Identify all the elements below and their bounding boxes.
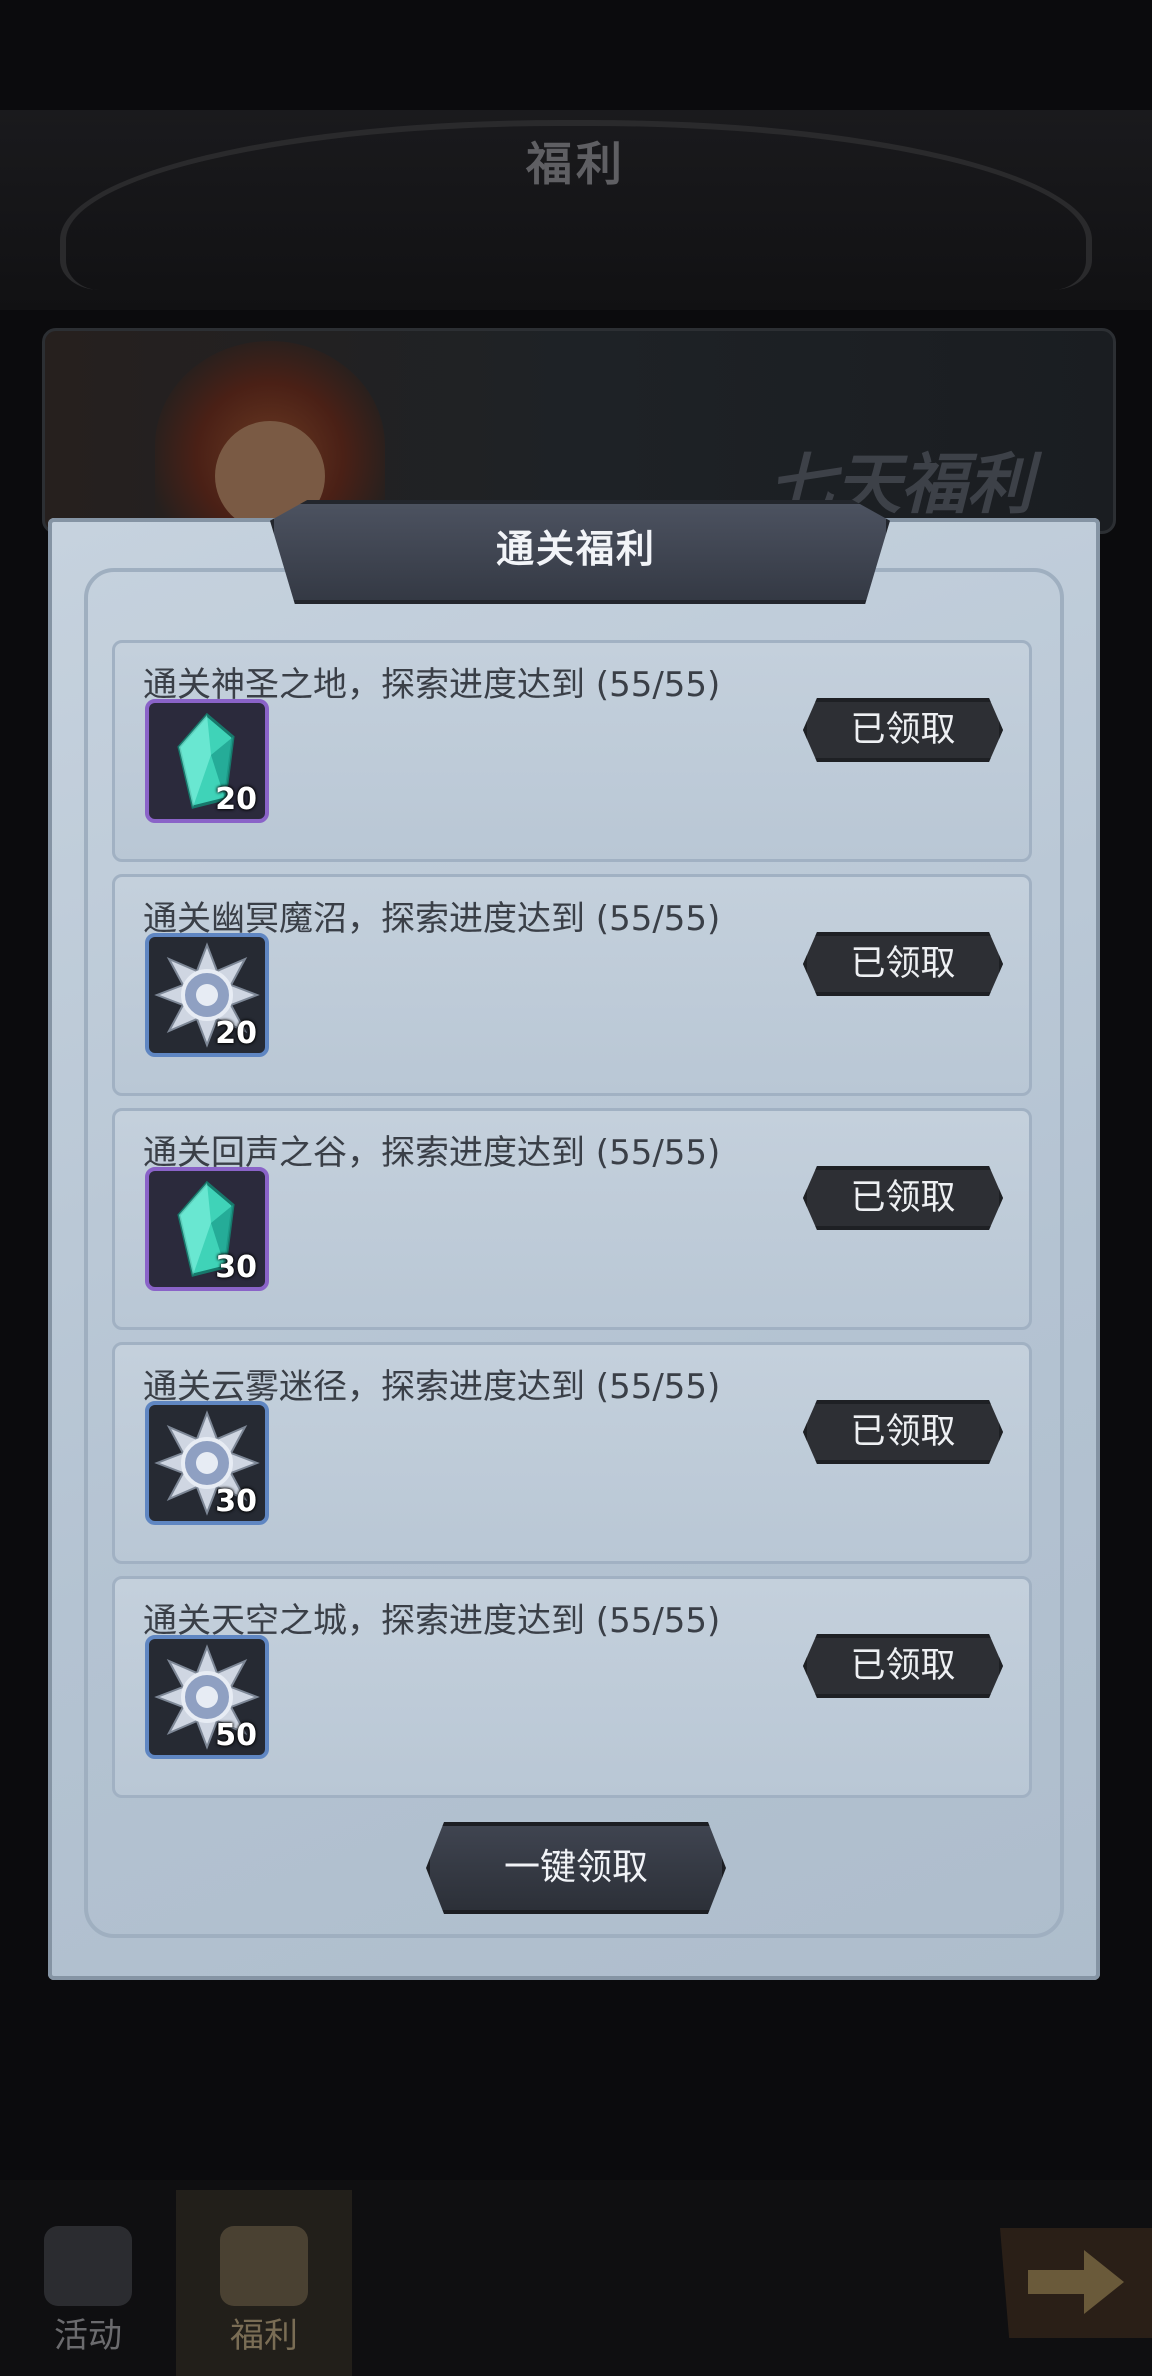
next-button[interactable] [1000,2228,1152,2338]
reward-item[interactable]: 50 [145,1635,269,1759]
panel-title: 通关福利 [495,527,656,571]
activity-icon [44,2226,132,2306]
item-count: 20 [215,1016,257,1051]
reward-item[interactable]: 30 [145,1167,269,1291]
gift-icon [220,2226,308,2306]
claim-all-button[interactable]: 一键领取 [426,1822,726,1914]
reward-item[interactable]: 30 [145,1401,269,1525]
claimed-button[interactable]: 已领取 [803,932,1003,996]
tab-label: 福利 [230,2316,298,2356]
claimed-button[interactable]: 已领取 [803,1166,1003,1230]
tab-activity[interactable]: 活动 [0,2190,176,2376]
item-count: 30 [215,1250,257,1285]
reward-row: 通关神圣之地，探索进度达到 (55/55) 20 已领取 [112,640,1032,862]
reward-row: 通关回声之谷，探索进度达到 (55/55) 30 已领取 [112,1108,1032,1330]
claimed-button[interactable]: 已领取 [803,1634,1003,1698]
reward-row: 通关天空之城，探索进度达到 (55/55) 50 已领取 [112,1576,1032,1798]
reward-item[interactable]: 20 [145,933,269,1057]
item-count: 30 [215,1484,257,1519]
item-count: 50 [215,1718,257,1753]
tab-welfare[interactable]: 福利 [176,2190,352,2376]
claimed-button[interactable]: 已领取 [803,1400,1003,1464]
reward-item[interactable]: 20 [145,699,269,823]
reward-row: 通关云雾迷径，探索进度达到 (55/55) 30 已领取 [112,1342,1032,1564]
item-count: 20 [215,782,257,817]
claimed-button[interactable]: 已领取 [803,698,1003,762]
reward-row: 通关幽冥魔沼，探索进度达到 (55/55) 20 已领取 [112,874,1032,1096]
tab-label: 活动 [54,2316,122,2356]
page-title: 福利 [526,137,626,191]
reward-list[interactable]: 通关神圣之地，探索进度达到 (55/55) 20 已领取 通关幽冥魔沼，探索进度… [112,640,1040,1810]
arrow-right-icon [1028,2250,1124,2314]
